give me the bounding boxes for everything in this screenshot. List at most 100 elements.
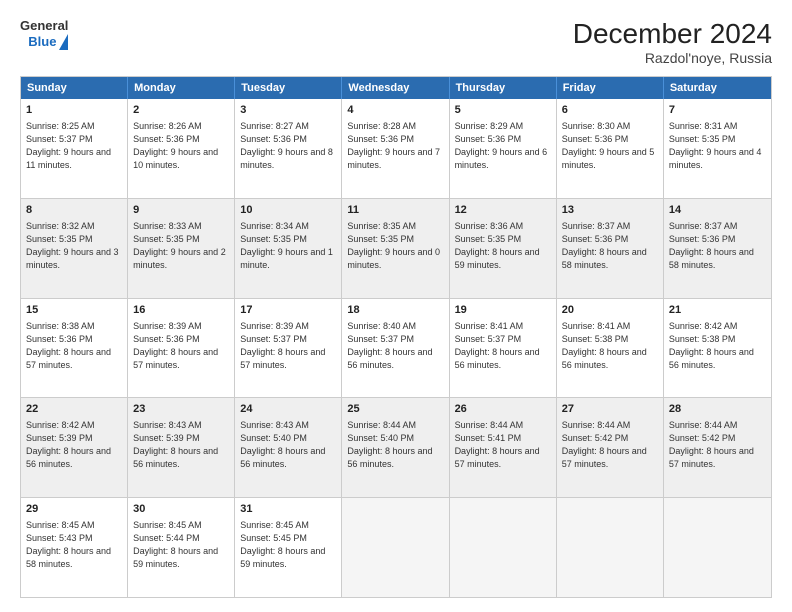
sunset-label: Sunset: 5:35 PM: [133, 234, 200, 244]
calendar: SundayMondayTuesdayWednesdayThursdayFrid…: [20, 76, 772, 598]
empty-cell: [342, 498, 449, 597]
day-number: 5: [455, 103, 551, 119]
daylight-label: Daylight: 8 hours and 57 minutes.: [455, 446, 540, 469]
day-cell-7: 7 Sunrise: 8:31 AM Sunset: 5:35 PM Dayli…: [664, 99, 771, 198]
sunset-label: Sunset: 5:44 PM: [133, 533, 200, 543]
sunrise-label: Sunrise: 8:31 AM: [669, 121, 738, 131]
day-cell-4: 4 Sunrise: 8:28 AM Sunset: 5:36 PM Dayli…: [342, 99, 449, 198]
day-cell-24: 24 Sunrise: 8:43 AM Sunset: 5:40 PM Dayl…: [235, 398, 342, 497]
title-block: December 2024 Razdol'noye, Russia: [573, 18, 772, 66]
day-cell-19: 19 Sunrise: 8:41 AM Sunset: 5:37 PM Dayl…: [450, 299, 557, 398]
day-cell-11: 11 Sunrise: 8:35 AM Sunset: 5:35 PM Dayl…: [342, 199, 449, 298]
sunrise-label: Sunrise: 8:41 AM: [455, 321, 524, 331]
day-cell-31: 31 Sunrise: 8:45 AM Sunset: 5:45 PM Dayl…: [235, 498, 342, 597]
day-cell-9: 9 Sunrise: 8:33 AM Sunset: 5:35 PM Dayli…: [128, 199, 235, 298]
day-number: 3: [240, 103, 336, 119]
daylight-label: Daylight: 8 hours and 56 minutes.: [26, 446, 111, 469]
sunrise-label: Sunrise: 8:44 AM: [347, 420, 416, 430]
daylight-label: Daylight: 8 hours and 56 minutes.: [347, 446, 432, 469]
day-number: 12: [455, 203, 551, 219]
day-cell-21: 21 Sunrise: 8:42 AM Sunset: 5:38 PM Dayl…: [664, 299, 771, 398]
sunset-label: Sunset: 5:37 PM: [26, 134, 93, 144]
day-cell-1: 1 Sunrise: 8:25 AM Sunset: 5:37 PM Dayli…: [21, 99, 128, 198]
sunrise-label: Sunrise: 8:43 AM: [133, 420, 202, 430]
day-header-saturday: Saturday: [664, 77, 771, 99]
daylight-label: Daylight: 8 hours and 57 minutes.: [133, 347, 218, 370]
sunrise-label: Sunrise: 8:45 AM: [26, 520, 95, 530]
sunrise-label: Sunrise: 8:44 AM: [669, 420, 738, 430]
daylight-label: Daylight: 9 hours and 1 minute.: [240, 247, 333, 270]
day-number: 17: [240, 303, 336, 319]
day-cell-13: 13 Sunrise: 8:37 AM Sunset: 5:36 PM Dayl…: [557, 199, 664, 298]
sunrise-label: Sunrise: 8:45 AM: [133, 520, 202, 530]
daylight-label: Daylight: 8 hours and 56 minutes.: [133, 446, 218, 469]
sunset-label: Sunset: 5:40 PM: [240, 433, 307, 443]
sunrise-label: Sunrise: 8:26 AM: [133, 121, 202, 131]
day-number: 19: [455, 303, 551, 319]
sunset-label: Sunset: 5:36 PM: [26, 334, 93, 344]
day-number: 25: [347, 402, 443, 418]
day-header-wednesday: Wednesday: [342, 77, 449, 99]
sunset-label: Sunset: 5:45 PM: [240, 533, 307, 543]
sunrise-label: Sunrise: 8:41 AM: [562, 321, 631, 331]
empty-cell: [557, 498, 664, 597]
day-cell-8: 8 Sunrise: 8:32 AM Sunset: 5:35 PM Dayli…: [21, 199, 128, 298]
day-number: 16: [133, 303, 229, 319]
daylight-label: Daylight: 8 hours and 56 minutes.: [669, 347, 754, 370]
daylight-label: Daylight: 9 hours and 10 minutes.: [133, 147, 218, 170]
header: General Blue December 2024 Razdol'noye, …: [20, 18, 772, 66]
sunset-label: Sunset: 5:36 PM: [455, 134, 522, 144]
day-cell-23: 23 Sunrise: 8:43 AM Sunset: 5:39 PM Dayl…: [128, 398, 235, 497]
day-number: 24: [240, 402, 336, 418]
sunset-label: Sunset: 5:41 PM: [455, 433, 522, 443]
page-subtitle: Razdol'noye, Russia: [573, 50, 772, 66]
logo-general: General: [20, 18, 68, 34]
page: General Blue December 2024 Razdol'noye, …: [0, 0, 792, 612]
sunset-label: Sunset: 5:42 PM: [562, 433, 629, 443]
sunset-label: Sunset: 5:35 PM: [26, 234, 93, 244]
day-number: 22: [26, 402, 122, 418]
sunset-label: Sunset: 5:36 PM: [347, 134, 414, 144]
day-number: 13: [562, 203, 658, 219]
day-header-friday: Friday: [557, 77, 664, 99]
calendar-body: 1 Sunrise: 8:25 AM Sunset: 5:37 PM Dayli…: [21, 99, 771, 597]
daylight-label: Daylight: 8 hours and 58 minutes.: [669, 247, 754, 270]
sunset-label: Sunset: 5:37 PM: [347, 334, 414, 344]
sunset-label: Sunset: 5:38 PM: [562, 334, 629, 344]
sunset-label: Sunset: 5:40 PM: [347, 433, 414, 443]
day-cell-5: 5 Sunrise: 8:29 AM Sunset: 5:36 PM Dayli…: [450, 99, 557, 198]
day-cell-17: 17 Sunrise: 8:39 AM Sunset: 5:37 PM Dayl…: [235, 299, 342, 398]
sunrise-label: Sunrise: 8:40 AM: [347, 321, 416, 331]
day-header-monday: Monday: [128, 77, 235, 99]
sunset-label: Sunset: 5:36 PM: [562, 134, 629, 144]
day-number: 9: [133, 203, 229, 219]
sunrise-label: Sunrise: 8:38 AM: [26, 321, 95, 331]
sunrise-label: Sunrise: 8:36 AM: [455, 221, 524, 231]
sunrise-label: Sunrise: 8:37 AM: [669, 221, 738, 231]
week-row-1: 1 Sunrise: 8:25 AM Sunset: 5:37 PM Dayli…: [21, 99, 771, 198]
sunrise-label: Sunrise: 8:28 AM: [347, 121, 416, 131]
week-row-3: 15 Sunrise: 8:38 AM Sunset: 5:36 PM Dayl…: [21, 298, 771, 398]
day-number: 14: [669, 203, 766, 219]
sunrise-label: Sunrise: 8:35 AM: [347, 221, 416, 231]
day-number: 2: [133, 103, 229, 119]
sunrise-label: Sunrise: 8:37 AM: [562, 221, 631, 231]
logo: General Blue: [20, 18, 68, 51]
day-cell-26: 26 Sunrise: 8:44 AM Sunset: 5:41 PM Dayl…: [450, 398, 557, 497]
day-number: 6: [562, 103, 658, 119]
sunrise-label: Sunrise: 8:42 AM: [669, 321, 738, 331]
daylight-label: Daylight: 9 hours and 3 minutes.: [26, 247, 119, 270]
day-cell-30: 30 Sunrise: 8:45 AM Sunset: 5:44 PM Dayl…: [128, 498, 235, 597]
sunset-label: Sunset: 5:39 PM: [133, 433, 200, 443]
day-number: 15: [26, 303, 122, 319]
daylight-label: Daylight: 8 hours and 59 minutes.: [455, 247, 540, 270]
daylight-label: Daylight: 8 hours and 56 minutes.: [240, 446, 325, 469]
sunrise-label: Sunrise: 8:27 AM: [240, 121, 309, 131]
day-cell-2: 2 Sunrise: 8:26 AM Sunset: 5:36 PM Dayli…: [128, 99, 235, 198]
sunset-label: Sunset: 5:36 PM: [669, 234, 736, 244]
sunset-label: Sunset: 5:35 PM: [669, 134, 736, 144]
sunset-label: Sunset: 5:36 PM: [133, 334, 200, 344]
daylight-label: Daylight: 8 hours and 56 minutes.: [455, 347, 540, 370]
sunrise-label: Sunrise: 8:25 AM: [26, 121, 95, 131]
sunset-label: Sunset: 5:43 PM: [26, 533, 93, 543]
